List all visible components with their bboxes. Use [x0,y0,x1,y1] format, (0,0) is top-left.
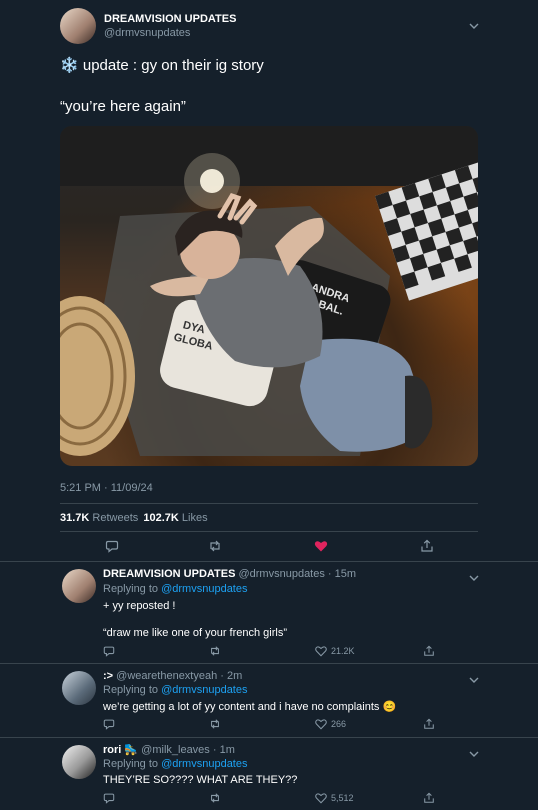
retweet-icon [211,793,219,803]
reply3-menu-chevron-icon[interactable] [469,746,479,760]
reply2-header: :> @wearethenextyeah · 2m [103,670,242,682]
reply3-header: rori 🛼 @milk_leaves · 1m [103,743,235,756]
reply3-avatar[interactable] [62,745,96,779]
reply1-like-count: 21.2K [331,646,355,656]
reply3-like-button[interactable]: 5,512 [315,792,354,804]
reply1-replying-to: Replying to @drmvsnupdates [103,583,247,595]
reply1-avatar[interactable] [62,569,96,603]
main-like-button[interactable] [314,539,328,553]
reply3-replying-handle[interactable]: @drmvsnupdates [161,758,247,770]
share-icon [424,718,434,729]
share-icon [424,792,434,803]
reply3-text-line1: THEY’RE SO???? WHAT ARE THEY?? [103,774,298,786]
retweet-icon [211,719,219,729]
reply3-retweet-button[interactable] [209,792,221,804]
reply1-replying-prefix: Replying to [103,583,159,595]
main-tweet-photo[interactable]: DYA GLOBA ANDRA BAL. [60,126,478,466]
main-retweet-button[interactable] [208,539,222,553]
reply2-like-button[interactable]: 266 [315,718,346,730]
main-tweet-timestamp[interactable]: 5:21 PM · 11/09/24 [60,482,153,494]
main-tweet-divider-2 [60,531,478,532]
main-reply-button[interactable] [105,539,119,553]
retweets-label[interactable]: Retweets [92,512,138,524]
reply2-text-line1: we’re getting a lot of yy content and i … [103,701,397,713]
reply2-replying-prefix: Replying to [103,684,159,696]
main-tweet-text-line2: “you’re here again” [60,98,186,115]
heart-filled-icon [314,541,328,552]
retweet-icon [210,540,220,552]
reply-icon [105,540,119,553]
main-share-button[interactable] [420,539,434,553]
likes-label[interactable]: Likes [182,512,208,524]
reply1-divider [0,663,538,664]
reply3-reply-button[interactable] [103,792,115,804]
main-tweet-text-line1: ❄️ update : gy on their ig story [60,56,264,74]
reply1-retweet-button[interactable] [209,645,221,657]
main-tweet-divider-1 [60,503,478,504]
reply1-like-button[interactable]: 21.2K [315,645,355,657]
reply1-replying-handle[interactable]: @drmvsnupdates [161,583,247,595]
heart-icon [315,793,327,804]
reply3-replying-prefix: Replying to [103,758,159,770]
retweets-count[interactable]: 31.7K [60,512,89,524]
reply2-replying-to: Replying to @drmvsnupdates [103,684,247,696]
reply-icon [103,719,115,730]
reply1-header: DREAMVISION UPDATES @drmvsnupdates · 15m [103,568,356,580]
reply3-handle-time[interactable]: @milk_leaves · 1m [141,744,235,756]
reply3-display-name[interactable]: rori [103,744,121,756]
main-tweet-avatar[interactable] [60,8,96,44]
main-tweet-bottom-divider [0,561,538,562]
reply2-reply-button[interactable] [103,718,115,730]
share-icon [424,645,434,656]
reply2-display-name[interactable]: :> [103,670,113,682]
reply-icon [103,793,115,804]
reply2-divider [0,737,538,738]
reply1-reply-button[interactable] [103,645,115,657]
main-tweet-display-name[interactable]: DREAMVISION UPDATES [104,13,236,25]
reply3-replying-to: Replying to @drmvsnupdates [103,758,247,770]
reply3-share-button[interactable] [423,792,435,804]
heart-icon [315,719,327,730]
reply2-share-button[interactable] [423,718,435,730]
main-tweet-text-content: update : gy on their ig story [82,57,264,74]
reply2-replying-handle[interactable]: @drmvsnupdates [161,684,247,696]
snowflake-emoji-icon: ❄️ [60,57,79,74]
main-tweet-stats: 31.7K Retweets 102.7K Likes [60,512,208,524]
reply1-display-name[interactable]: DREAMVISION UPDATES [103,568,235,580]
main-tweet-menu-chevron-icon[interactable] [469,18,479,32]
reply2-like-count: 266 [331,719,347,729]
reply1-share-button[interactable] [423,645,435,657]
retweet-icon [211,646,219,656]
reply1-text-line2: “draw me like one of your french girls” [103,627,288,639]
reply2-handle-time[interactable]: @wearethenextyeah · 2m [116,670,242,682]
likes-count[interactable]: 102.7K [143,512,178,524]
roller-skate-emoji-icon: 🛼 [124,744,139,756]
share-icon [421,539,433,552]
reply1-menu-chevron-icon[interactable] [469,570,479,584]
photo-illustration: DYA GLOBA ANDRA BAL. [60,126,478,456]
reply-icon [103,646,115,657]
heart-icon [315,646,327,657]
reply2-avatar[interactable] [62,671,96,705]
main-tweet-handle[interactable]: @drmvsnupdates [104,27,190,39]
reply3-like-count: 5,512 [331,793,354,803]
reply2-retweet-button[interactable] [209,718,221,730]
reply1-handle-time[interactable]: @drmvsnupdates · 15m [238,568,356,580]
reply1-text-line1: + yy reposted ! [103,600,176,612]
reply2-menu-chevron-icon[interactable] [469,672,479,686]
